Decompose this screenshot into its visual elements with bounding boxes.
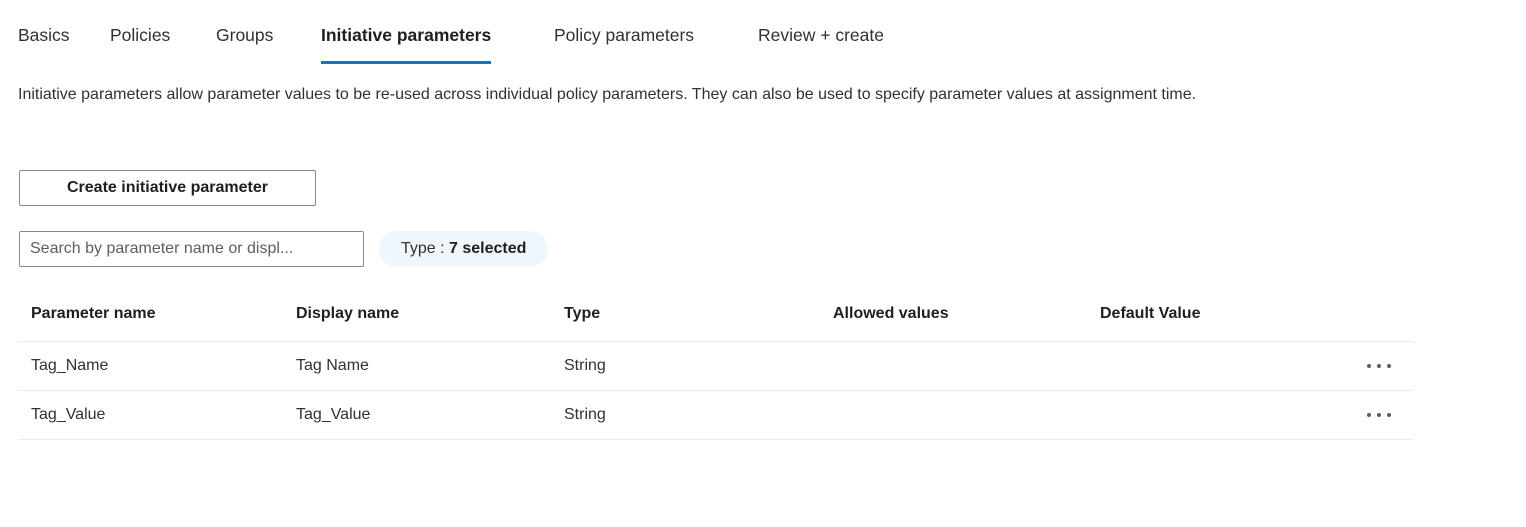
- cell-display-name: Tag Name: [296, 341, 564, 391]
- more-ellipsis-icon[interactable]: [1365, 400, 1397, 430]
- create-initiative-parameter-button[interactable]: Create initiative parameter: [19, 170, 316, 206]
- tab-policies[interactable]: Policies: [110, 22, 170, 58]
- initiative-parameters-table: Parameter name Display name Type Allowed…: [18, 305, 1413, 440]
- wizard-tab-strip: Basics Policies Groups Initiative parame…: [0, 0, 1526, 64]
- column-header-actions: [1365, 305, 1413, 342]
- table-header: Parameter name Display name Type Allowed…: [18, 305, 1413, 342]
- ellipsis-dot: [1387, 413, 1391, 417]
- cell-actions: [1365, 341, 1413, 391]
- cell-allowed-values: [833, 341, 1100, 391]
- cell-allowed-values: [833, 390, 1100, 440]
- tab-initiative-parameters[interactable]: Initiative parameters: [321, 22, 492, 64]
- column-header-type: Type: [564, 305, 833, 342]
- ellipsis-dot: [1377, 413, 1381, 417]
- page-description: Initiative parameters allow parameter va…: [18, 86, 1197, 103]
- ellipsis-dot: [1377, 364, 1381, 368]
- ellipsis-dot: [1367, 364, 1371, 368]
- search-input[interactable]: [19, 231, 364, 267]
- tab-label: Policy parameters: [554, 25, 695, 45]
- tab-groups[interactable]: Groups: [216, 22, 273, 58]
- tab-label: Review + create: [758, 25, 884, 45]
- more-ellipsis-icon[interactable]: [1365, 351, 1397, 381]
- cell-parameter-name: Tag_Name: [18, 341, 296, 391]
- ellipsis-dot: [1367, 413, 1371, 417]
- tab-label: Groups: [216, 25, 274, 45]
- tab-label: Policies: [110, 25, 171, 45]
- active-tab-underline: [321, 61, 492, 64]
- cell-type: String: [564, 390, 833, 440]
- cell-default-value: [1100, 341, 1365, 391]
- column-header-parameter-name: Parameter name: [18, 305, 296, 342]
- cell-type: String: [564, 341, 833, 391]
- initiative-parameters-table-container: Parameter name Display name Type Allowed…: [18, 305, 1413, 440]
- table-row[interactable]: Tag_Value Tag_Value String: [18, 390, 1413, 440]
- column-header-allowed-values: Allowed values: [833, 305, 1100, 342]
- tab-label: Basics: [18, 25, 70, 45]
- type-filter-pill[interactable]: Type : 7 selected: [379, 231, 549, 267]
- type-filter-value: 7 selected: [449, 240, 527, 257]
- cell-actions: [1365, 390, 1413, 440]
- tab-policy-parameters[interactable]: Policy parameters: [554, 22, 694, 58]
- tab-label: Initiative parameters: [321, 25, 492, 45]
- tab-basics[interactable]: Basics: [18, 22, 70, 58]
- cell-parameter-name: Tag_Value: [18, 390, 296, 440]
- table-body: Tag_Name Tag Name String Tag_Value Tag_V…: [18, 341, 1413, 440]
- table-header-row: Parameter name Display name Type Allowed…: [18, 305, 1413, 342]
- table-row[interactable]: Tag_Name Tag Name String: [18, 341, 1413, 391]
- type-filter-label: Type :: [401, 240, 450, 257]
- cell-default-value: [1100, 390, 1365, 440]
- column-header-default-value: Default Value: [1100, 305, 1365, 342]
- tab-review-create[interactable]: Review + create: [758, 22, 884, 58]
- ellipsis-dot: [1387, 364, 1391, 368]
- cell-display-name: Tag_Value: [296, 390, 564, 440]
- column-header-display-name: Display name: [296, 305, 564, 342]
